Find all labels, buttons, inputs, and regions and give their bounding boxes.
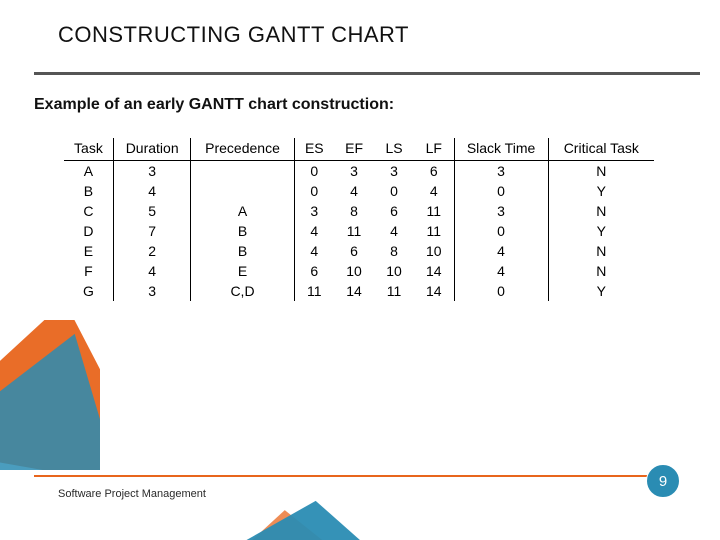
cell-ef: 10 [334, 261, 374, 281]
cell-ef: 8 [334, 201, 374, 221]
cell-ef: 14 [334, 281, 374, 301]
cell-precedence: B [191, 221, 294, 241]
cell-es: 11 [294, 281, 334, 301]
col-critical: Critical Task [548, 138, 654, 161]
cell-es: 0 [294, 161, 334, 182]
cell-task: C [64, 201, 113, 221]
cell-precedence: A [191, 201, 294, 221]
cell-critical: N [548, 201, 654, 221]
footer-divider [34, 475, 650, 477]
cell-duration: 4 [113, 261, 191, 281]
cell-ls: 3 [374, 161, 414, 182]
cell-task: B [64, 181, 113, 201]
cell-critical: Y [548, 281, 654, 301]
cell-lf: 14 [414, 281, 454, 301]
col-duration: Duration [113, 138, 191, 161]
cell-precedence [191, 181, 294, 201]
cell-lf: 14 [414, 261, 454, 281]
cell-slack: 4 [454, 241, 548, 261]
page-number-badge: 9 [646, 464, 680, 498]
cell-lf: 10 [414, 241, 454, 261]
cell-ef: 11 [334, 221, 374, 241]
cell-duration: 2 [113, 241, 191, 261]
decorative-triangle-left [0, 320, 100, 470]
cell-es: 4 [294, 221, 334, 241]
cell-critical: Y [548, 221, 654, 241]
cell-critical: Y [548, 181, 654, 201]
cell-slack: 0 [454, 281, 548, 301]
table-row: C5A386113N [64, 201, 654, 221]
cell-ls: 8 [374, 241, 414, 261]
cell-task: G [64, 281, 113, 301]
cell-slack: 0 [454, 181, 548, 201]
table-row: E2B468104N [64, 241, 654, 261]
cell-ls: 11 [374, 281, 414, 301]
schedule-table: Task Duration Precedence ES EF LS LF Sla… [64, 138, 654, 301]
page-title: CONSTRUCTING GANTT CHART [58, 22, 409, 48]
cell-duration: 7 [113, 221, 191, 241]
cell-es: 6 [294, 261, 334, 281]
cell-task: E [64, 241, 113, 261]
cell-slack: 3 [454, 201, 548, 221]
cell-precedence [191, 161, 294, 182]
cell-es: 4 [294, 241, 334, 261]
cell-ls: 0 [374, 181, 414, 201]
col-task: Task [64, 138, 113, 161]
cell-ef: 3 [334, 161, 374, 182]
col-es: ES [294, 138, 334, 161]
cell-precedence: C,D [191, 281, 294, 301]
cell-lf: 6 [414, 161, 454, 182]
cell-ls: 4 [374, 221, 414, 241]
cell-duration: 4 [113, 181, 191, 201]
cell-slack: 3 [454, 161, 548, 182]
cell-precedence: E [191, 261, 294, 281]
cell-slack: 0 [454, 221, 548, 241]
cell-critical: N [548, 161, 654, 182]
cell-ef: 4 [334, 181, 374, 201]
table-header-row: Task Duration Precedence ES EF LS LF Sla… [64, 138, 654, 161]
col-ef: EF [334, 138, 374, 161]
cell-lf: 4 [414, 181, 454, 201]
cell-es: 0 [294, 181, 334, 201]
col-ls: LS [374, 138, 414, 161]
col-slack: Slack Time [454, 138, 548, 161]
cell-duration: 3 [113, 281, 191, 301]
cell-ef: 6 [334, 241, 374, 261]
table-row: G3C,D111411140Y [64, 281, 654, 301]
cell-precedence: B [191, 241, 294, 261]
title-divider [34, 72, 700, 74]
cell-task: F [64, 261, 113, 281]
cell-lf: 11 [414, 201, 454, 221]
cell-critical: N [548, 241, 654, 261]
cell-duration: 3 [113, 161, 191, 182]
col-lf: LF [414, 138, 454, 161]
table-row: F4E61010144N [64, 261, 654, 281]
footer-text: Software Project Management [58, 488, 206, 500]
cell-ls: 10 [374, 261, 414, 281]
cell-duration: 5 [113, 201, 191, 221]
table-row: A303363N [64, 161, 654, 182]
subtitle: Example of an early GANTT chart construc… [34, 96, 394, 114]
cell-ls: 6 [374, 201, 414, 221]
table-row: B404040Y [64, 181, 654, 201]
cell-lf: 11 [414, 221, 454, 241]
cell-slack: 4 [454, 261, 548, 281]
col-precedence: Precedence [191, 138, 294, 161]
cell-task: D [64, 221, 113, 241]
cell-critical: N [548, 261, 654, 281]
table-row: D7B4114110Y [64, 221, 654, 241]
cell-task: A [64, 161, 113, 182]
cell-es: 3 [294, 201, 334, 221]
